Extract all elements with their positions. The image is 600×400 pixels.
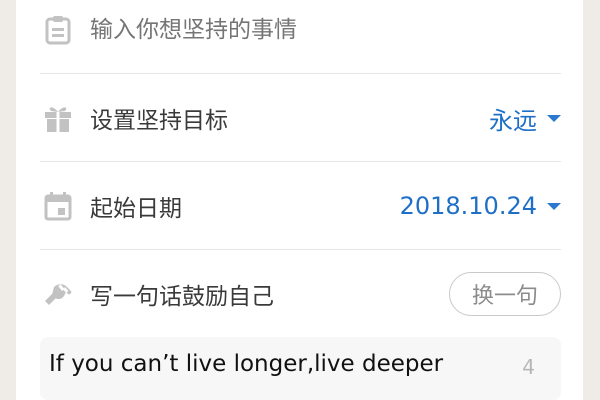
clipboard-icon <box>42 14 74 46</box>
calendar-icon <box>42 190 74 222</box>
start-date-value: 2018.10.24 <box>399 192 537 220</box>
motto-textarea[interactable]: If you can’t live longer,live deeper 4 <box>40 337 561 400</box>
change-motto-button[interactable]: 换一句 <box>449 272 561 316</box>
motto-text: If you can’t live longer,live deeper <box>49 351 444 377</box>
chevron-down-icon <box>547 114 561 122</box>
start-date-label: 起始日期 <box>90 196 182 222</box>
goal-row[interactable]: 设置坚持目标 永远 <box>40 74 561 162</box>
goal-value: 永远 <box>489 106 537 135</box>
gift-icon <box>42 102 74 134</box>
character-count: 4 <box>522 355 535 379</box>
task-input[interactable] <box>90 17 510 43</box>
motto-row: 写一句话鼓励自己 换一句 <box>40 250 561 338</box>
chevron-down-icon <box>547 202 561 210</box>
goal-label: 设置坚持目标 <box>90 108 228 134</box>
start-date-row[interactable]: 起始日期 2018.10.24 <box>40 162 561 250</box>
form-panel: 设置坚持目标 永远 起始日期 2018.10.24 <box>16 0 583 400</box>
motto-label: 写一句话鼓励自己 <box>90 284 274 310</box>
task-input-row[interactable] <box>40 0 561 74</box>
hand-icon <box>42 278 74 310</box>
goal-dropdown[interactable]: 永远 <box>489 101 561 136</box>
start-date-dropdown[interactable]: 2018.10.24 <box>400 192 561 220</box>
